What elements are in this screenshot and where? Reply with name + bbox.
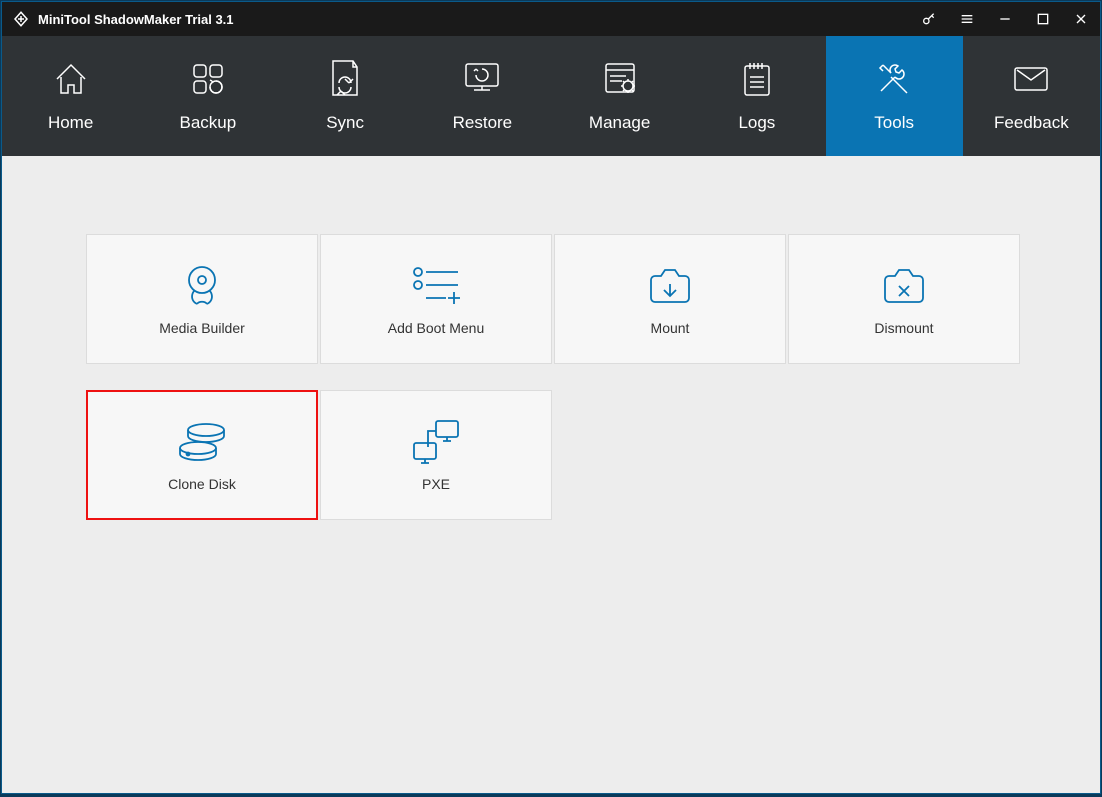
nav-tools[interactable]: Tools bbox=[826, 36, 963, 156]
nav-label: Manage bbox=[589, 113, 650, 133]
tool-pxe[interactable]: PXE bbox=[320, 390, 552, 520]
tool-media-builder[interactable]: Media Builder bbox=[86, 234, 318, 364]
mount-icon bbox=[645, 262, 695, 308]
nav-label: Restore bbox=[453, 113, 513, 133]
tool-label: Add Boot Menu bbox=[388, 320, 485, 336]
main-nav: Home Backup Sync Restore Manage bbox=[2, 36, 1100, 156]
tool-label: Dismount bbox=[874, 320, 933, 336]
tool-clone-disk[interactable]: Clone Disk bbox=[86, 390, 318, 520]
nav-label: Tools bbox=[874, 113, 914, 133]
feedback-icon bbox=[1011, 59, 1051, 99]
nav-logs[interactable]: Logs bbox=[688, 36, 825, 156]
backup-icon bbox=[188, 59, 228, 99]
nav-sync[interactable]: Sync bbox=[277, 36, 414, 156]
clone-disk-icon bbox=[174, 418, 230, 464]
home-icon bbox=[51, 59, 91, 99]
logs-icon bbox=[740, 59, 774, 99]
app-window: MiniTool ShadowMaker Trial 3.1 Home bbox=[2, 2, 1100, 793]
add-boot-menu-icon bbox=[408, 262, 464, 308]
tool-dismount[interactable]: Dismount bbox=[788, 234, 1020, 364]
nav-label: Logs bbox=[738, 113, 775, 133]
close-button[interactable] bbox=[1062, 2, 1100, 36]
nav-label: Home bbox=[48, 113, 93, 133]
app-logo-icon bbox=[12, 10, 30, 28]
tools-icon bbox=[873, 59, 915, 99]
tools-grid: Media Builder Add Boot Menu Mount Dismou… bbox=[86, 234, 1016, 520]
menu-icon[interactable] bbox=[948, 2, 986, 36]
media-builder-icon bbox=[177, 262, 227, 308]
key-icon[interactable] bbox=[910, 2, 948, 36]
tool-add-boot-menu[interactable]: Add Boot Menu bbox=[320, 234, 552, 364]
titlebar: MiniTool ShadowMaker Trial 3.1 bbox=[2, 2, 1100, 36]
tool-label: Mount bbox=[651, 320, 690, 336]
tool-label: PXE bbox=[422, 476, 450, 492]
nav-backup[interactable]: Backup bbox=[139, 36, 276, 156]
tools-content: Media Builder Add Boot Menu Mount Dismou… bbox=[2, 156, 1100, 793]
dismount-icon bbox=[879, 262, 929, 308]
manage-icon bbox=[600, 59, 640, 99]
tool-mount[interactable]: Mount bbox=[554, 234, 786, 364]
maximize-button[interactable] bbox=[1024, 2, 1062, 36]
nav-label: Sync bbox=[326, 113, 364, 133]
sync-icon bbox=[327, 59, 363, 99]
tool-label: Media Builder bbox=[159, 320, 245, 336]
nav-restore[interactable]: Restore bbox=[414, 36, 551, 156]
nav-feedback[interactable]: Feedback bbox=[963, 36, 1100, 156]
app-title: MiniTool ShadowMaker Trial 3.1 bbox=[38, 12, 234, 27]
restore-icon bbox=[460, 59, 504, 99]
minimize-button[interactable] bbox=[986, 2, 1024, 36]
nav-home[interactable]: Home bbox=[2, 36, 139, 156]
nav-label: Feedback bbox=[994, 113, 1069, 133]
nav-manage[interactable]: Manage bbox=[551, 36, 688, 156]
nav-label: Backup bbox=[180, 113, 237, 133]
tool-label: Clone Disk bbox=[168, 476, 236, 492]
pxe-icon bbox=[408, 418, 464, 464]
